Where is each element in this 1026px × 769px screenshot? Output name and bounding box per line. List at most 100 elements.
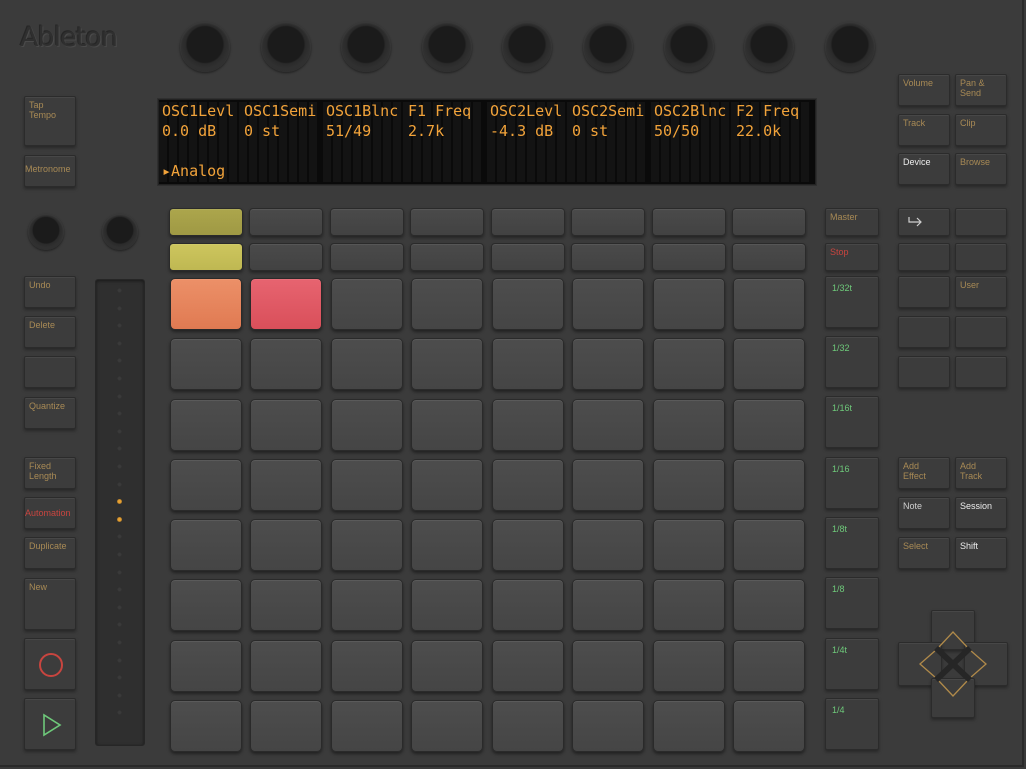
encoder-5-knob[interactable] <box>502 22 552 72</box>
scene-button-2[interactable]: 1/32 <box>825 336 879 388</box>
pad-r2-c1[interactable] <box>170 338 242 390</box>
pad-r8-c1[interactable] <box>170 700 242 752</box>
track-state-5[interactable] <box>491 243 565 271</box>
track-select-7[interactable] <box>652 208 726 236</box>
pad-r8-c2[interactable] <box>250 700 322 752</box>
track-select-5[interactable] <box>491 208 565 236</box>
track-select-8[interactable] <box>732 208 806 236</box>
pad-r2-c4[interactable] <box>411 338 483 390</box>
scene-button-7[interactable]: 1/4t <box>825 638 879 690</box>
pad-r4-c4[interactable] <box>411 459 483 511</box>
delete-button[interactable]: Delete <box>24 316 76 348</box>
pad-r6-c4[interactable] <box>411 579 483 631</box>
pad-r1-c4[interactable] <box>411 278 483 330</box>
track-select-1[interactable] <box>169 208 243 236</box>
dpad-down-button[interactable] <box>931 678 975 718</box>
pad-r2-c7[interactable] <box>653 338 725 390</box>
encoder-6-knob[interactable] <box>583 22 633 72</box>
track-state-6[interactable] <box>571 243 645 271</box>
add-effect-button[interactable]: Add Effect <box>898 457 950 489</box>
pad-r3-c6[interactable] <box>572 399 644 451</box>
undo-button[interactable]: Undo <box>24 276 76 308</box>
pad-r3-c5[interactable] <box>492 399 564 451</box>
pad-r7-c2[interactable] <box>250 640 322 692</box>
duplicate-button[interactable]: Duplicate <box>24 537 76 569</box>
encoder-2-knob[interactable] <box>261 22 311 72</box>
swing-knob[interactable] <box>102 214 138 250</box>
pad-r8-c5[interactable] <box>492 700 564 752</box>
pad-r3-c8[interactable] <box>733 399 805 451</box>
double-button[interactable] <box>24 356 76 388</box>
pad-r1-c8[interactable] <box>733 278 805 330</box>
pad-r2-c6[interactable] <box>572 338 644 390</box>
track-button[interactable]: Track <box>898 114 950 146</box>
mute-button[interactable] <box>898 316 950 348</box>
pad-r7-c8[interactable] <box>733 640 805 692</box>
pad-r3-c1[interactable] <box>170 399 242 451</box>
pad-r1-c1[interactable] <box>170 278 242 330</box>
pad-r3-c7[interactable] <box>653 399 725 451</box>
pad-r3-c4[interactable] <box>411 399 483 451</box>
browse-button[interactable]: Browse <box>955 153 1007 185</box>
pad-r5-c2[interactable] <box>250 519 322 571</box>
pad-r5-c8[interactable] <box>733 519 805 571</box>
pad-r6-c3[interactable] <box>331 579 403 631</box>
fixed-length-button[interactable]: Fixed Length <box>24 457 76 489</box>
record-button[interactable] <box>24 638 76 690</box>
pad-r6-c8[interactable] <box>733 579 805 631</box>
pad-r1-c2[interactable] <box>250 278 322 330</box>
pad-r7-c5[interactable] <box>492 640 564 692</box>
user-button[interactable]: User <box>955 276 1007 308</box>
master-button[interactable]: Master <box>825 208 879 236</box>
pad-r4-c7[interactable] <box>653 459 725 511</box>
track-select-6[interactable] <box>571 208 645 236</box>
pad-r2-c8[interactable] <box>733 338 805 390</box>
track-select-2[interactable] <box>249 208 323 236</box>
touch-strip[interactable] <box>95 279 145 746</box>
pad-r5-c4[interactable] <box>411 519 483 571</box>
encoder-7-knob[interactable] <box>664 22 714 72</box>
pad-r2-c2[interactable] <box>250 338 322 390</box>
track-state-2[interactable] <box>249 243 323 271</box>
page-button[interactable] <box>955 243 1007 271</box>
add-track-button[interactable]: Add Track <box>955 457 1007 489</box>
note-button[interactable]: Note <box>898 497 950 529</box>
pad-r5-c5[interactable] <box>492 519 564 571</box>
master-volume-knob[interactable] <box>825 22 875 72</box>
pan-send-button[interactable]: Pan & Send <box>955 74 1007 106</box>
select-button[interactable]: Select <box>898 537 950 569</box>
pad-r3-c3[interactable] <box>331 399 403 451</box>
encoder-3-knob[interactable] <box>341 22 391 72</box>
tempo-knob[interactable] <box>28 214 64 250</box>
pad-r7-c4[interactable] <box>411 640 483 692</box>
quantize-button[interactable]: Quantize <box>24 397 76 429</box>
pad-r8-c4[interactable] <box>411 700 483 752</box>
track-state-3[interactable] <box>330 243 404 271</box>
volume-button[interactable]: Volume <box>898 74 950 106</box>
scene-button-3[interactable]: 1/16t <box>825 396 879 448</box>
pad-r6-c2[interactable] <box>250 579 322 631</box>
encoder-1-knob[interactable] <box>180 22 230 72</box>
track-state-4[interactable] <box>410 243 484 271</box>
pad-r2-c5[interactable] <box>492 338 564 390</box>
in-out-button[interactable] <box>898 208 950 236</box>
shift-button[interactable]: Shift <box>955 537 1007 569</box>
session-button[interactable]: Session <box>955 497 1007 529</box>
pad-r8-c7[interactable] <box>653 700 725 752</box>
pad-r6-c1[interactable] <box>170 579 242 631</box>
new-button[interactable]: New <box>24 578 76 630</box>
pad-r4-c8[interactable] <box>733 459 805 511</box>
track-select-3[interactable] <box>330 208 404 236</box>
octave-down-button[interactable] <box>955 208 1007 236</box>
pad-r1-c7[interactable] <box>653 278 725 330</box>
scales-button[interactable] <box>898 276 950 308</box>
pad-r5-c3[interactable] <box>331 519 403 571</box>
pad-r3-c2[interactable] <box>250 399 322 451</box>
encoder-8-knob[interactable] <box>744 22 794 72</box>
tap-tempo-button[interactable]: Tap Tempo <box>24 96 76 146</box>
pad-r1-c5[interactable] <box>492 278 564 330</box>
track-select-4[interactable] <box>410 208 484 236</box>
pad-r1-c6[interactable] <box>572 278 644 330</box>
pad-r2-c3[interactable] <box>331 338 403 390</box>
page-right-button[interactable] <box>955 356 1007 388</box>
